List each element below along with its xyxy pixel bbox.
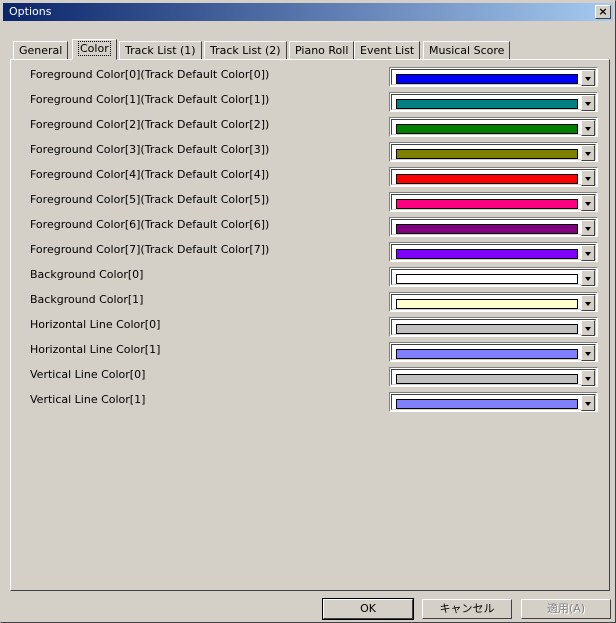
color-setting-label: Foreground Color[2](Track Default Color[… [30, 118, 270, 131]
chevron-down-icon [585, 202, 591, 206]
color-dropdown-field [391, 94, 596, 111]
color-dropdown-field [391, 219, 596, 236]
color-dropdown-field [391, 294, 596, 311]
color-dropdown[interactable] [389, 242, 598, 262]
color-dropdown[interactable] [389, 267, 598, 287]
color-swatch [396, 374, 578, 384]
color-dropdown-field [391, 194, 596, 211]
color-setting-label: Foreground Color[4](Track Default Color[… [30, 168, 270, 181]
color-dropdown[interactable] [389, 192, 598, 212]
chevron-down-icon [585, 127, 591, 131]
color-setting-label: Horizontal Line Color[0] [30, 318, 161, 331]
color-swatch [396, 124, 578, 134]
color-dropdown[interactable] [389, 67, 598, 87]
color-dropdown-field [391, 144, 596, 161]
color-dropdown-field [391, 244, 596, 261]
color-dropdown-field [391, 269, 596, 286]
close-icon: × [598, 5, 608, 18]
color-dropdown[interactable] [389, 167, 598, 187]
color-swatch [396, 274, 578, 284]
color-setting-label: Foreground Color[1](Track Default Color[… [30, 93, 270, 106]
close-button[interactable]: × [595, 5, 611, 19]
color-dropdown[interactable] [389, 217, 598, 237]
options-window: Options × General Color Track List (1) T… [0, 0, 616, 623]
color-setting-label: Foreground Color[7](Track Default Color[… [30, 243, 270, 256]
color-swatch [396, 74, 578, 84]
color-swatch [396, 349, 578, 359]
tab-piano-roll[interactable]: Piano Roll [289, 41, 355, 59]
color-setting-label: Vertical Line Color[1] [30, 393, 146, 406]
dropdown-button[interactable] [581, 195, 595, 211]
dropdown-button[interactable] [581, 320, 595, 336]
chevron-down-icon [585, 327, 591, 331]
chevron-down-icon [585, 402, 591, 406]
color-dropdown-field [391, 319, 596, 336]
tab-general[interactable]: General [13, 41, 69, 59]
dropdown-button[interactable] [581, 95, 595, 111]
color-swatch [396, 399, 578, 409]
dropdown-button[interactable] [581, 345, 595, 361]
color-swatch [396, 324, 578, 334]
color-dropdown[interactable] [389, 317, 598, 337]
color-dropdown[interactable] [389, 92, 598, 112]
dropdown-button[interactable] [581, 120, 595, 136]
tab-track-list-2[interactable]: Track List (2) [204, 41, 287, 59]
chevron-down-icon [585, 252, 591, 256]
color-dropdown-field [391, 169, 596, 186]
tab-musical-score[interactable]: Musical Score [423, 41, 511, 59]
dropdown-button[interactable] [581, 220, 595, 236]
color-setting-label: Background Color[0] [30, 268, 144, 281]
color-setting-label: Horizontal Line Color[1] [30, 343, 161, 356]
dropdown-button[interactable] [581, 170, 595, 186]
color-swatch [396, 249, 578, 259]
color-swatch [396, 224, 578, 234]
window-title: Options [9, 5, 52, 18]
dropdown-button[interactable] [581, 270, 595, 286]
chevron-down-icon [585, 377, 591, 381]
apply-button[interactable]: 適用(A) [521, 599, 611, 619]
color-dropdown-field [391, 69, 596, 86]
color-setting-label: Foreground Color[0](Track Default Color[… [30, 68, 270, 81]
color-swatch [396, 99, 578, 109]
color-setting-label: Background Color[1] [30, 293, 144, 306]
chevron-down-icon [585, 352, 591, 356]
chevron-down-icon [585, 177, 591, 181]
tab-event-list[interactable]: Event List [354, 41, 421, 59]
color-dropdown[interactable] [389, 342, 598, 362]
color-dropdown[interactable] [389, 117, 598, 137]
dropdown-button[interactable] [581, 395, 595, 411]
cancel-button[interactable]: キャンセル [422, 599, 512, 619]
dropdown-button[interactable] [581, 70, 595, 86]
chevron-down-icon [585, 227, 591, 231]
color-swatch [396, 174, 578, 184]
ok-button[interactable]: OK [322, 598, 414, 620]
chevron-down-icon [585, 302, 591, 306]
color-dropdown-field [391, 394, 596, 411]
color-dropdown[interactable] [389, 292, 598, 312]
color-setting-label: Vertical Line Color[0] [30, 368, 146, 381]
chevron-down-icon [585, 102, 591, 106]
color-setting-label: Foreground Color[6](Track Default Color[… [30, 218, 270, 231]
tab-track-list-1[interactable]: Track List (1) [119, 41, 202, 59]
title-bar[interactable]: Options × [3, 3, 613, 21]
dropdown-button[interactable] [581, 145, 595, 161]
chevron-down-icon [585, 277, 591, 281]
tab-color[interactable]: Color [72, 39, 117, 60]
color-dropdown-field [391, 369, 596, 386]
dropdown-button[interactable] [581, 245, 595, 261]
color-setting-label: Foreground Color[3](Track Default Color[… [30, 143, 270, 156]
color-dropdown[interactable] [389, 142, 598, 162]
chevron-down-icon [585, 77, 591, 81]
color-dropdown-field [391, 344, 596, 361]
chevron-down-icon [585, 152, 591, 156]
color-dropdown-field [391, 119, 596, 136]
dropdown-button[interactable] [581, 295, 595, 311]
color-setting-label: Foreground Color[5](Track Default Color[… [30, 193, 270, 206]
color-swatch [396, 199, 578, 209]
color-dropdown[interactable] [389, 392, 598, 412]
dropdown-button[interactable] [581, 370, 595, 386]
color-swatch [396, 299, 578, 309]
color-swatch [396, 149, 578, 159]
color-dropdown[interactable] [389, 367, 598, 387]
